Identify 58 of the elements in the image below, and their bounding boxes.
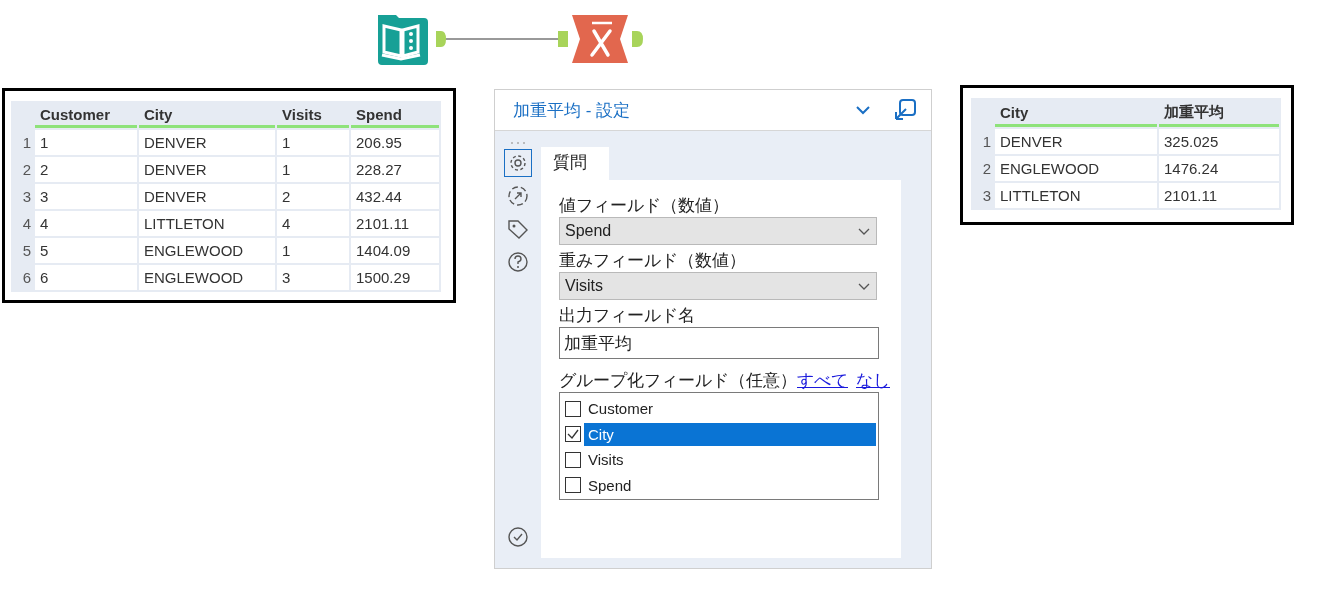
- table-cell: 2: [35, 157, 137, 182]
- table-cell: 432.44: [351, 184, 439, 209]
- table-cell: 1: [35, 130, 137, 155]
- table-cell: DENVER: [139, 184, 275, 209]
- table-cell: 2101.11: [1159, 183, 1279, 208]
- settings-icon[interactable]: [505, 150, 531, 176]
- field-label: 値フィールド（数値）: [559, 195, 729, 217]
- list-item[interactable]: Spend: [584, 473, 876, 497]
- table-cell: 1476.24: [1159, 156, 1279, 181]
- check-circle-icon[interactable]: [505, 524, 531, 550]
- dropdown[interactable]: Spend: [559, 217, 877, 245]
- table-cell: 1500.29: [351, 265, 439, 290]
- table-cell: DENVER: [995, 129, 1157, 154]
- list-item[interactable]: City: [584, 422, 876, 446]
- table-cell: 206.95: [351, 130, 439, 155]
- arrow-circle-icon[interactable]: [505, 183, 531, 209]
- table-cell: 4: [277, 211, 349, 236]
- checkbox[interactable]: [565, 451, 581, 468]
- field-label: グループ化フィールド（任意）: [559, 370, 797, 392]
- table-cell: 3: [277, 265, 349, 290]
- table-cell: LITTLETON: [139, 211, 275, 236]
- table-cell: DENVER: [139, 130, 275, 155]
- table-cell: 4: [35, 211, 137, 236]
- list-item[interactable]: Customer: [584, 397, 876, 421]
- chevron-down-icon[interactable]: [855, 104, 871, 116]
- table-cell: 3: [35, 184, 137, 209]
- tab[interactable]: 質問: [541, 147, 609, 180]
- table-cell: 6: [35, 265, 137, 290]
- table-cell: 325.025: [1159, 129, 1279, 154]
- checkbox[interactable]: [565, 477, 581, 494]
- grip-icon: [510, 141, 526, 145]
- table-cell: ENGLEWOOD: [139, 238, 275, 263]
- table-cell: ENGLEWOOD: [139, 265, 275, 290]
- table-cell: ENGLEWOOD: [995, 156, 1157, 181]
- chevron-down-icon[interactable]: [857, 226, 871, 236]
- link[interactable]: なし: [856, 369, 890, 392]
- table-cell: 1404.09: [351, 238, 439, 263]
- table-cell: 1: [277, 130, 349, 155]
- dropdown[interactable]: Visits: [559, 272, 877, 300]
- table-cell: 1: [277, 157, 349, 182]
- table-cell: DENVER: [139, 157, 275, 182]
- table-cell: 2101.11: [351, 211, 439, 236]
- checkbox[interactable]: [565, 400, 581, 417]
- link[interactable]: すべて: [797, 369, 848, 392]
- panel-title: 加重平均 - 設定: [513, 99, 632, 122]
- field-label: 重みフィールド（数値）: [559, 250, 746, 272]
- list-item[interactable]: Visits: [584, 448, 876, 472]
- table-cell: 2: [277, 184, 349, 209]
- table-cell: 1: [277, 238, 349, 263]
- chevron-down-icon[interactable]: [857, 281, 871, 291]
- field-label: 出力フィールド名: [559, 305, 695, 327]
- help-icon[interactable]: [505, 249, 531, 275]
- table-cell: 5: [35, 238, 137, 263]
- input-field[interactable]: 加重平均: [559, 327, 879, 359]
- checkbox[interactable]: [565, 426, 581, 443]
- table-cell: 228.27: [351, 157, 439, 182]
- undock-icon[interactable]: [893, 98, 917, 122]
- table-cell: LITTLETON: [995, 183, 1157, 208]
